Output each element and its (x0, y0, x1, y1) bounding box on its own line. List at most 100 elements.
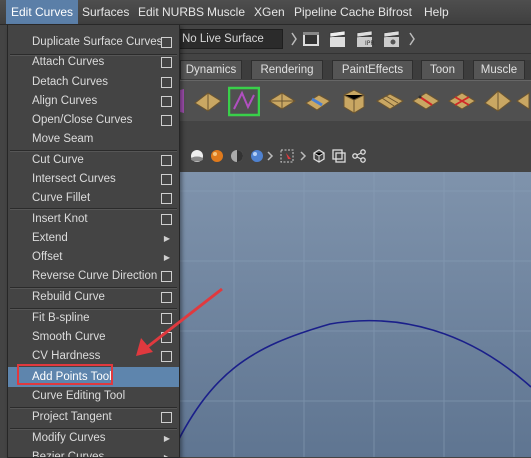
menu-item-label: Offset (32, 251, 63, 263)
menu-item-label: Project Tangent (32, 411, 112, 423)
menu-item-fit-b-spline[interactable]: Fit B-spline (8, 309, 179, 328)
clapboard-icon[interactable] (327, 28, 349, 50)
menu-item-duplicate-surface-curves[interactable]: Duplicate Surface Curves (8, 33, 179, 52)
menu-item-rebuild-curve[interactable]: Rebuild Curve (8, 288, 179, 307)
menu-item-label: Extend (32, 232, 68, 244)
menu-bifrost[interactable]: Bifrost (373, 0, 417, 24)
menu-help[interactable]: Help (419, 0, 454, 24)
isolate-select-icon[interactable] (278, 147, 296, 165)
nurbs-curve (170, 319, 531, 457)
menu-item-label: Intersect Curves (32, 173, 116, 185)
menu-item-reverse-curve-direction[interactable]: Reverse Curve Direction (8, 267, 179, 286)
menu-item-label: Curve Fillet (32, 192, 91, 204)
wireframe-sphere-icon[interactable] (188, 147, 206, 165)
option-box-icon[interactable] (161, 57, 172, 68)
option-box-icon[interactable] (161, 332, 172, 343)
live-surface-field[interactable]: No Live Surface (178, 29, 283, 49)
menu-item-extend[interactable]: Extend ▶ (8, 229, 179, 248)
menu-item-smooth-curve[interactable]: Smooth Curve (8, 328, 179, 347)
menu-item-label: Reverse Curve Direction (32, 270, 158, 282)
option-box-icon[interactable] (161, 412, 172, 423)
loft-surface-icon[interactable] (192, 85, 224, 117)
fillet-surface-icon[interactable] (482, 85, 514, 117)
smooth-shade-icon[interactable] (208, 147, 226, 165)
menu-xgen[interactable]: XGen (249, 0, 290, 24)
stitch-surface-icon[interactable] (515, 85, 531, 117)
menu-item-project-tangent[interactable]: Project Tangent (8, 408, 179, 427)
xray-joints-icon[interactable] (330, 147, 348, 165)
menu-edit-curves[interactable]: Edit Curves (6, 0, 79, 24)
edit-curves-dropdown-menu: Duplicate Surface Curves Attach Curves D… (7, 25, 180, 458)
menu-item-label: Rebuild Curve (32, 291, 105, 303)
menu-item-label: Align Curves (32, 95, 98, 107)
option-box-icon[interactable] (161, 193, 172, 204)
option-box-icon[interactable] (161, 37, 172, 48)
extrude-surface-icon[interactable] (338, 85, 370, 117)
render-settings-icon[interactable] (381, 28, 403, 50)
menu-item-open-close-curves[interactable]: Open/Close Curves (8, 111, 179, 130)
menu-item-insert-knot[interactable]: Insert Knot (8, 210, 179, 229)
menu-item-label: Add Points Tool (32, 371, 112, 383)
submenu-arrow-icon: ▶ (163, 234, 170, 243)
option-box-icon[interactable] (161, 271, 172, 282)
option-box-icon[interactable] (161, 96, 172, 107)
divider-arrow-icon[interactable] (265, 147, 277, 165)
menu-surfaces[interactable]: Surfaces (77, 0, 134, 24)
xray-icon[interactable] (310, 147, 328, 165)
tab-painteffects[interactable]: PaintEffects (332, 60, 413, 79)
option-box-icon[interactable] (161, 292, 172, 303)
surface-patch-icon[interactable] (266, 85, 298, 117)
menu-pipeline-cache[interactable]: Pipeline Cache (289, 0, 380, 24)
option-box-icon[interactable] (161, 155, 172, 166)
default-material-icon[interactable] (228, 147, 246, 165)
tab-toon[interactable]: Toon (421, 60, 464, 79)
menu-item-detach-curves[interactable]: Detach Curves (8, 73, 179, 92)
render-frame-icon[interactable] (300, 28, 322, 50)
menu-item-attach-curves[interactable]: Attach Curves (8, 53, 179, 72)
menu-item-label: Fit B-spline (32, 312, 90, 324)
menu-item-move-seam[interactable]: Move Seam (8, 130, 179, 149)
menu-edit-nurbs[interactable]: Edit NURBS (133, 0, 209, 24)
insert-isoparm-icon[interactable] (410, 85, 442, 117)
divider-arrow-icon[interactable] (298, 147, 310, 165)
shadows-icon[interactable] (248, 147, 266, 165)
ipr-render-icon[interactable]: IPR (354, 28, 376, 50)
planar-surface-icon[interactable] (302, 85, 334, 117)
tab-dynamics[interactable]: Dynamics (180, 60, 242, 79)
menu-item-cut-curve[interactable]: Cut Curve (8, 151, 179, 170)
tab-rendering[interactable]: Rendering (251, 60, 323, 79)
menu-item-label: Insert Knot (32, 213, 88, 225)
hierarchy-icon[interactable] (350, 147, 368, 165)
shelf (170, 80, 531, 121)
divider-arrow-icon[interactable] (406, 28, 428, 50)
menu-item-label: Detach Curves (32, 76, 109, 88)
boundary-surface-icon[interactable] (374, 85, 406, 117)
menu-item-add-points-tool[interactable]: Add Points Tool (8, 367, 179, 387)
menu-item-curve-fillet[interactable]: Curve Fillet (8, 189, 179, 208)
menu-item-offset[interactable]: Offset ▶ (8, 248, 179, 267)
menu-item-label: Modify Curves (32, 432, 106, 444)
viewport[interactable] (170, 172, 531, 457)
tab-muscle[interactable]: Muscle (473, 60, 525, 79)
menu-item-curve-editing-tool[interactable]: Curve Editing Tool (8, 387, 179, 406)
submenu-arrow-icon: ▶ (163, 253, 170, 262)
menu-item-modify-curves[interactable]: Modify Curves ▶ (8, 429, 179, 448)
menu-item-cv-hardness[interactable]: CV Hardness (8, 347, 179, 366)
option-box-icon[interactable] (161, 214, 172, 225)
menu-item-label: Smooth Curve (32, 331, 106, 343)
menu-item-intersect-curves[interactable]: Intersect Curves (8, 170, 179, 189)
option-box-icon[interactable] (161, 174, 172, 185)
option-box-icon[interactable] (161, 313, 172, 324)
menu-item-align-curves[interactable]: Align Curves (8, 92, 179, 111)
menu-item-label: Move Seam (32, 133, 94, 145)
menu-bar: Edit Curves Surfaces Edit NURBS Muscle X… (0, 0, 531, 25)
menu-muscle[interactable]: Muscle (202, 0, 250, 24)
option-box-icon[interactable] (161, 77, 172, 88)
curve-project-icon[interactable] (228, 85, 260, 117)
trim-surface-icon[interactable] (446, 85, 478, 117)
submenu-arrow-icon: ▶ (163, 434, 170, 443)
option-box-icon[interactable] (161, 115, 172, 126)
menu-item-label: Attach Curves (32, 56, 105, 68)
option-box-icon[interactable] (161, 351, 172, 362)
svg-text:IPR: IPR (365, 40, 375, 47)
